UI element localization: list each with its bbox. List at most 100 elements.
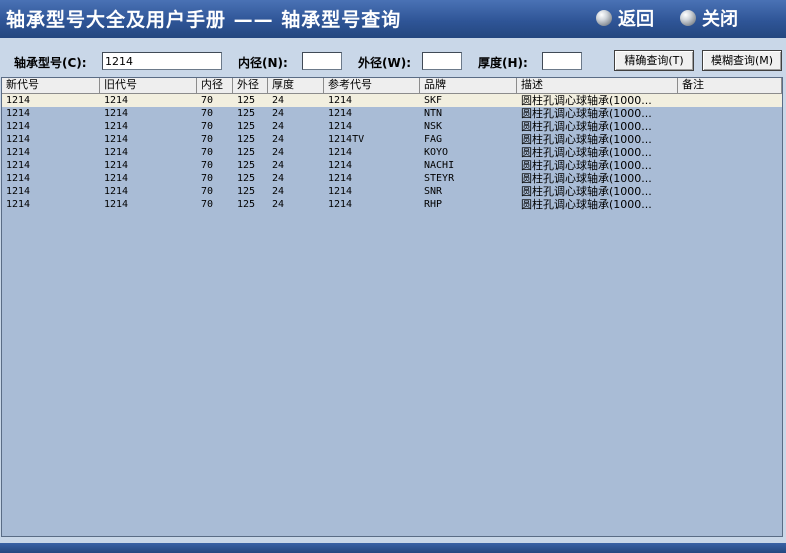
cell-brand: NTN — [424, 108, 443, 119]
cell-description: 圆柱孔调心球轴承(1000... — [521, 159, 652, 172]
cell-thickness: 24 — [272, 147, 285, 158]
cell-remark — [678, 172, 782, 185]
cell-new-code: 1214 — [6, 186, 31, 197]
cell-outer-diameter: 125 — [237, 173, 256, 184]
cell-description: 圆柱孔调心球轴承(1000... — [521, 185, 652, 198]
result-grid[interactable]: 新代号 旧代号 内径 外径 厚度 参考代号 品牌 描述 备注 1214 1214 70 125 24 12… — [1, 77, 783, 537]
cell-new-code: 1214 — [6, 147, 31, 158]
column-header-new-code[interactable]: 新代号 — [2, 78, 100, 93]
outer-diameter-input[interactable] — [422, 52, 462, 70]
cell-remark — [678, 146, 782, 159]
inner-diameter-label: 内径(N): — [238, 56, 288, 70]
cell-brand: RHP — [424, 199, 443, 210]
cell-new-code: 1214 — [6, 173, 31, 184]
model-input[interactable] — [102, 52, 222, 70]
cell-new-code: 1214 — [6, 160, 31, 171]
cell-remark — [678, 133, 782, 146]
cell-thickness: 24 — [272, 95, 285, 106]
cell-remark — [678, 159, 782, 172]
column-header-ref-code[interactable]: 参考代号 — [324, 78, 420, 93]
table-row[interactable]: 1214 1214 70 125 24 1214 NSK 圆柱孔调心球轴承(1000... — [2, 120, 782, 133]
model-label: 轴承型号(C): — [14, 56, 87, 70]
cell-old-code: 1214 — [104, 173, 129, 184]
cell-thickness: 24 — [272, 173, 285, 184]
outer-diameter-label: 外径(W): — [358, 56, 412, 70]
cell-ref-code: 1214 — [328, 147, 353, 158]
cell-old-code: 1214 — [104, 95, 129, 106]
cell-old-code: 1214 — [104, 147, 129, 158]
cell-thickness: 24 — [272, 199, 285, 210]
cell-ref-code: 1214 — [328, 121, 353, 132]
cell-ref-code: 1214 — [328, 173, 353, 184]
cell-outer-diameter: 125 — [237, 160, 256, 171]
cell-ref-code: 1214 — [328, 108, 353, 119]
cell-new-code: 1214 — [6, 95, 31, 106]
cell-thickness: 24 — [272, 160, 285, 171]
column-header-inner-diameter[interactable]: 内径 — [197, 78, 233, 93]
cell-outer-diameter: 125 — [237, 199, 256, 210]
bottom-bar — [0, 543, 786, 553]
cell-old-code: 1214 — [104, 108, 129, 119]
cell-thickness: 24 — [272, 121, 285, 132]
cell-brand: SKF — [424, 95, 443, 106]
cell-brand: SNR — [424, 186, 443, 197]
cell-brand: KOYO — [424, 147, 449, 158]
close-button[interactable]: 关闭 — [680, 6, 738, 30]
column-header-brand[interactable]: 品牌 — [420, 78, 517, 93]
table-row[interactable]: 1214 1214 70 125 24 1214 STEYR 圆柱孔调心球轴承(1000... — [2, 172, 782, 185]
cell-ref-code: 1214TV — [328, 134, 365, 145]
cell-description: 圆柱孔调心球轴承(1000... — [521, 107, 652, 120]
exact-query-button[interactable]: 精确查询(T) — [614, 50, 694, 71]
cell-remark — [678, 94, 782, 107]
back-button[interactable]: 返回 — [596, 6, 654, 30]
cell-remark — [678, 120, 782, 133]
cell-brand: FAG — [424, 134, 443, 145]
column-header-thickness[interactable]: 厚度 — [268, 78, 324, 93]
cell-new-code: 1214 — [6, 199, 31, 210]
cell-inner-diameter: 70 — [201, 186, 214, 197]
cell-outer-diameter: 125 — [237, 108, 256, 119]
cell-description: 圆柱孔调心球轴承(1000... — [521, 120, 652, 133]
cell-thickness: 24 — [272, 186, 285, 197]
close-ball-icon — [680, 10, 696, 26]
table-row[interactable]: 1214 1214 70 125 24 1214 SNR 圆柱孔调心球轴承(1000... — [2, 185, 782, 198]
cell-thickness: 24 — [272, 108, 285, 119]
cell-remark — [678, 198, 782, 211]
cell-inner-diameter: 70 — [201, 160, 214, 171]
cell-inner-diameter: 70 — [201, 95, 214, 106]
back-label: 返回 — [618, 9, 654, 30]
cell-old-code: 1214 — [104, 134, 129, 145]
cell-brand: STEYR — [424, 173, 455, 184]
fuzzy-query-button[interactable]: 模糊查询(M) — [702, 50, 782, 71]
cell-ref-code: 1214 — [328, 95, 353, 106]
cell-outer-diameter: 125 — [237, 95, 256, 106]
table-row[interactable]: 1214 1214 70 125 24 1214 NACHI 圆柱孔调心球轴承(1000... — [2, 159, 782, 172]
cell-ref-code: 1214 — [328, 199, 353, 210]
table-row[interactable]: 1214 1214 70 125 24 1214 SKF 圆柱孔调心球轴承(1000... — [2, 94, 782, 107]
cell-outer-diameter: 125 — [237, 134, 256, 145]
cell-description: 圆柱孔调心球轴承(1000... — [521, 133, 652, 146]
cell-outer-diameter: 125 — [237, 147, 256, 158]
cell-inner-diameter: 70 — [201, 199, 214, 210]
cell-ref-code: 1214 — [328, 160, 353, 171]
column-header-remark[interactable]: 备注 — [678, 78, 782, 93]
cell-description: 圆柱孔调心球轴承(1000... — [521, 172, 652, 185]
cell-new-code: 1214 — [6, 121, 31, 132]
column-header-description[interactable]: 描述 — [517, 78, 678, 93]
column-header-outer-diameter[interactable]: 外径 — [233, 78, 268, 93]
inner-diameter-input[interactable] — [302, 52, 342, 70]
table-row[interactable]: 1214 1214 70 125 24 1214TV FAG 圆柱孔调心球轴承(1000... — [2, 133, 782, 146]
thickness-input[interactable] — [542, 52, 582, 70]
table-row[interactable]: 1214 1214 70 125 24 1214 RHP 圆柱孔调心球轴承(1000... — [2, 198, 782, 211]
cell-thickness: 24 — [272, 134, 285, 145]
column-header-old-code[interactable]: 旧代号 — [100, 78, 197, 93]
cell-new-code: 1214 — [6, 134, 31, 145]
cell-old-code: 1214 — [104, 121, 129, 132]
table-row[interactable]: 1214 1214 70 125 24 1214 NTN 圆柱孔调心球轴承(1000... — [2, 107, 782, 120]
title-bar: 轴承型号大全及用户手册 —— 轴承型号查询 返回 关闭 — [0, 0, 786, 38]
cell-inner-diameter: 70 — [201, 134, 214, 145]
table-row[interactable]: 1214 1214 70 125 24 1214 KOYO 圆柱孔调心球轴承(1000... — [2, 146, 782, 159]
close-label: 关闭 — [702, 9, 738, 30]
cell-outer-diameter: 125 — [237, 186, 256, 197]
cell-inner-diameter: 70 — [201, 121, 214, 132]
